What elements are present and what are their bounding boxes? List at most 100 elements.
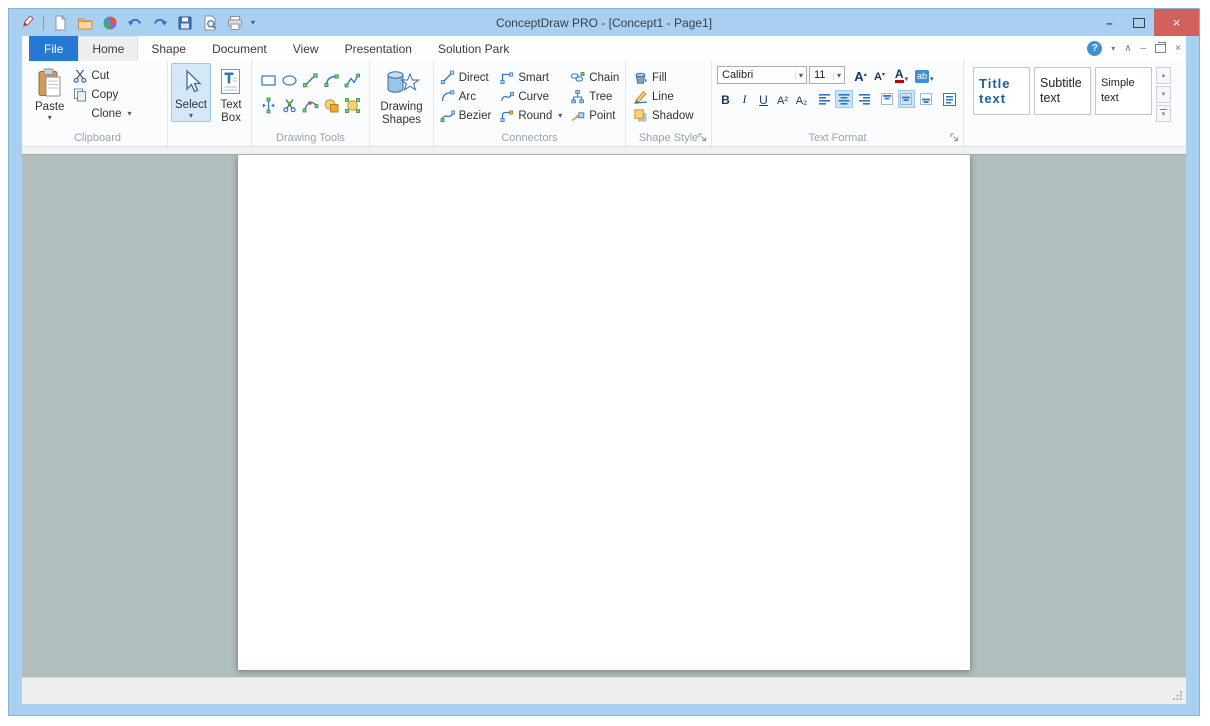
mdi-minimize-button[interactable]: – <box>1141 43 1147 54</box>
fill-button[interactable]: Fill <box>629 68 698 87</box>
shadow-button[interactable]: Shadow <box>629 106 698 125</box>
text-style-title[interactable]: Title text <box>973 67 1030 115</box>
select-cursor-icon <box>179 68 203 96</box>
cut-label: Cut <box>91 70 109 82</box>
ribbon: Paste ▾ Cut <box>22 61 1186 147</box>
connector-point-button[interactable]: Point <box>566 106 623 125</box>
resize-grip[interactable] <box>1172 690 1183 701</box>
clone-button[interactable]: Clone ▾ <box>68 104 136 123</box>
qat-customize-caret-icon[interactable]: ▾ <box>251 18 255 27</box>
title-bar[interactable]: ▾ ConceptDraw PRO - [Concept1 - Page1] –… <box>9 9 1199 36</box>
help-caret-icon[interactable]: ▾ <box>1111 44 1115 53</box>
shrink-font-button[interactable]: A ▾ <box>871 66 888 84</box>
polyline-tool-button[interactable] <box>343 71 363 91</box>
app-window: ▾ ConceptDraw PRO - [Concept1 - Page1] –… <box>8 8 1200 716</box>
align-top-button[interactable] <box>878 90 895 108</box>
paste-button[interactable]: Paste ▾ <box>31 63 68 124</box>
print-preview-button[interactable] <box>201 14 219 32</box>
ellipse-tool-button[interactable] <box>280 71 300 91</box>
mdi-close-button[interactable]: × <box>1175 43 1181 54</box>
tab-home[interactable]: Home <box>78 36 138 61</box>
connector-tree-button[interactable]: Tree <box>566 87 623 106</box>
shrink-font-arrow-icon: ▾ <box>882 71 885 78</box>
color-sphere-button[interactable] <box>101 14 119 32</box>
connector-bezier-button[interactable]: Bezier <box>436 106 496 125</box>
app-pen-icon[interactable] <box>18 14 36 32</box>
paste-clipboard-icon <box>37 68 63 98</box>
tab-document[interactable]: Document <box>199 36 280 61</box>
grow-font-button[interactable]: A ▴ <box>852 66 869 84</box>
maximize-button[interactable] <box>1124 9 1154 36</box>
align-bottom-button[interactable] <box>917 90 934 108</box>
rectangle-tool-button[interactable] <box>259 71 279 91</box>
new-document-button[interactable] <box>51 14 69 32</box>
align-right-button[interactable] <box>855 90 872 108</box>
superscript-button[interactable]: A² <box>774 90 791 108</box>
line-tool-button[interactable] <box>301 71 321 91</box>
gallery-scroll-down-button[interactable]: ▾ <box>1156 86 1171 103</box>
font-size-combobox[interactable]: 11 ▾ <box>809 66 845 84</box>
cut-button[interactable]: Cut <box>68 66 136 85</box>
connector-curve-button[interactable]: Curve <box>495 87 566 106</box>
connector-chain-button[interactable]: Chain <box>566 68 623 87</box>
font-color-button[interactable]: A ▾ <box>893 66 910 84</box>
tab-file[interactable]: File <box>29 36 78 61</box>
italic-button[interactable]: I <box>736 90 753 108</box>
open-folder-button[interactable] <box>76 14 94 32</box>
highlight-caret-icon: ▾ <box>930 75 934 83</box>
split-shape-tool-button[interactable] <box>259 96 279 116</box>
collapse-ribbon-button[interactable]: ∧ <box>1124 43 1131 54</box>
minimize-button[interactable]: – <box>1094 9 1124 36</box>
gallery-scroll-up-button[interactable]: ▴ <box>1156 67 1171 84</box>
connector-arc-button[interactable]: Arc <box>436 87 496 106</box>
drawing-page[interactable] <box>238 155 970 670</box>
align-left-button[interactable] <box>816 90 833 108</box>
tab-presentation[interactable]: Presentation <box>332 36 425 61</box>
tab-view[interactable]: View <box>280 36 332 61</box>
mdi-restore-button[interactable] <box>1155 44 1166 53</box>
tab-shape[interactable]: Shape <box>138 36 199 61</box>
drawing-shapes-button[interactable]: Drawing Shapes <box>373 63 430 130</box>
cut-scissors-icon <box>73 69 87 83</box>
print-button[interactable] <box>226 14 244 32</box>
line-label: Line <box>652 91 674 103</box>
chain-label: Chain <box>589 72 619 84</box>
close-button[interactable]: × <box>1154 9 1199 36</box>
line-button[interactable]: Line <box>629 87 698 106</box>
text-box-button[interactable]: Text Box <box>214 63 248 128</box>
help-button[interactable]: ? <box>1087 41 1102 56</box>
edit-curve-tool-button[interactable] <box>301 96 321 116</box>
gallery-more-button[interactable]: ▾ <box>1156 105 1171 122</box>
connector-smart-button[interactable]: Smart <box>495 68 566 87</box>
redo-button[interactable] <box>151 14 169 32</box>
tree-label: Tree <box>589 91 612 103</box>
align-middle-button[interactable] <box>898 90 915 108</box>
text-margins-button[interactable] <box>941 90 958 108</box>
text-style-subtitle[interactable]: Subtitle text <box>1034 67 1091 115</box>
copy-button[interactable]: Copy <box>68 85 136 104</box>
highlight-button[interactable]: ab ▾ <box>915 66 934 84</box>
subscript-button[interactable]: A₂ <box>793 90 810 108</box>
desktop: ▾ ConceptDraw PRO - [Concept1 - Page1] –… <box>0 0 1210 726</box>
arc-tool-button[interactable] <box>322 71 342 91</box>
font-name-combobox[interactable]: Calibri ▾ <box>717 66 807 84</box>
select-button[interactable]: Select ▾ <box>171 63 211 122</box>
copy-label: Copy <box>91 89 118 101</box>
tab-solution-park[interactable]: Solution Park <box>425 36 522 61</box>
scissors-tool-button[interactable] <box>280 96 300 116</box>
save-button[interactable] <box>176 14 194 32</box>
text-box-label-1: Text <box>220 99 241 112</box>
combine-shapes-tool-button[interactable] <box>322 96 342 116</box>
shape-handles-tool-button[interactable] <box>343 96 363 116</box>
text-format-dialog-launcher[interactable] <box>949 132 960 143</box>
mdi-restore-icon <box>1158 42 1166 48</box>
text-style-gallery-group: Title text Subtitle text Simple text ▴ <box>964 61 1186 146</box>
underline-button[interactable]: U <box>755 90 772 108</box>
connector-direct-button[interactable]: Direct <box>436 68 496 87</box>
shape-style-dialog-launcher[interactable] <box>697 132 708 143</box>
align-center-button[interactable] <box>835 90 852 108</box>
connector-round-button[interactable]: Round ▾ <box>495 106 566 125</box>
bold-button[interactable]: B <box>717 90 734 108</box>
undo-button[interactable] <box>126 14 144 32</box>
text-style-simple[interactable]: Simple text <box>1095 67 1152 115</box>
